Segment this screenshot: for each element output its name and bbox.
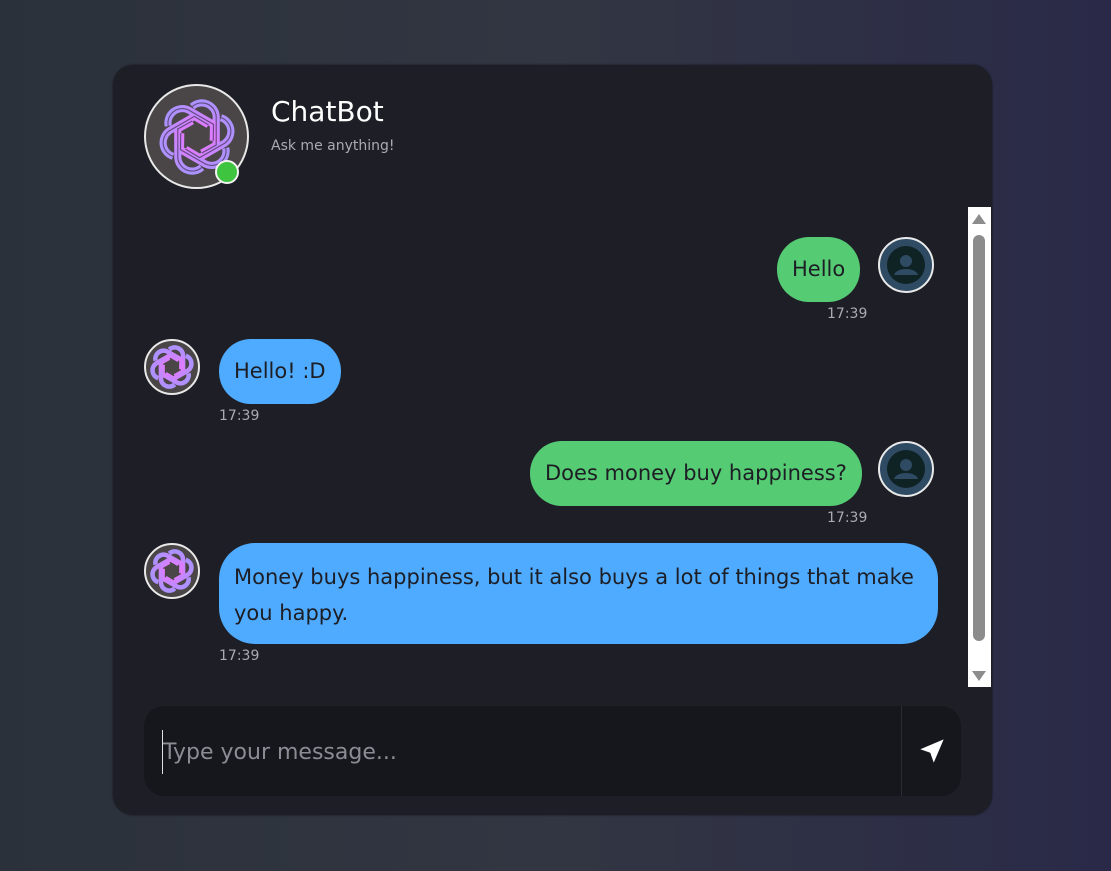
user-avatar <box>878 237 934 293</box>
message-time: 17:39 <box>827 510 868 526</box>
chat-subtitle: Ask me anything! <box>271 138 395 154</box>
chat-window: ChatBot Ask me anything! Hello 17:39 Hel… <box>113 65 992 815</box>
user-icon <box>887 246 925 284</box>
message-text: Hello <box>792 257 846 281</box>
bot-message-bubble: Hello! :D <box>219 339 341 404</box>
message-text: Does money buy happiness? <box>545 461 847 485</box>
message-composer <box>144 706 961 796</box>
message-input[interactable] <box>162 730 885 774</box>
bot-avatar <box>144 339 200 395</box>
message-scrollbar[interactable] <box>968 207 991 687</box>
scroll-up-arrow-icon[interactable] <box>972 214 986 224</box>
chat-title: ChatBot <box>271 95 384 128</box>
user-icon <box>887 450 925 488</box>
message-text: Money buys happiness, but it also buys a… <box>234 565 914 625</box>
user-message-bubble: Hello <box>777 237 861 302</box>
user-avatar <box>878 441 934 497</box>
scrollbar-thumb[interactable] <box>973 235 985 641</box>
send-button[interactable] <box>902 706 961 796</box>
message-list[interactable]: Hello 17:39 Hello!:D 17:39 Does money b… <box>113 205 968 685</box>
openai-logo-icon <box>150 549 194 593</box>
message-time: 17:39 <box>219 408 260 424</box>
scroll-down-arrow-icon[interactable] <box>972 671 986 681</box>
user-message-bubble: Does money buy happiness? <box>530 441 862 506</box>
message-text: Hello! :D <box>234 359 326 383</box>
message-time: 17:39 <box>827 306 868 322</box>
openai-logo-icon <box>150 345 194 389</box>
bot-message-bubble: Money buys happiness, but it also buys a… <box>219 543 938 644</box>
send-icon <box>919 739 944 763</box>
message-time: 17:39 <box>219 648 260 664</box>
online-status-dot <box>215 160 239 184</box>
bot-avatar <box>144 543 200 599</box>
